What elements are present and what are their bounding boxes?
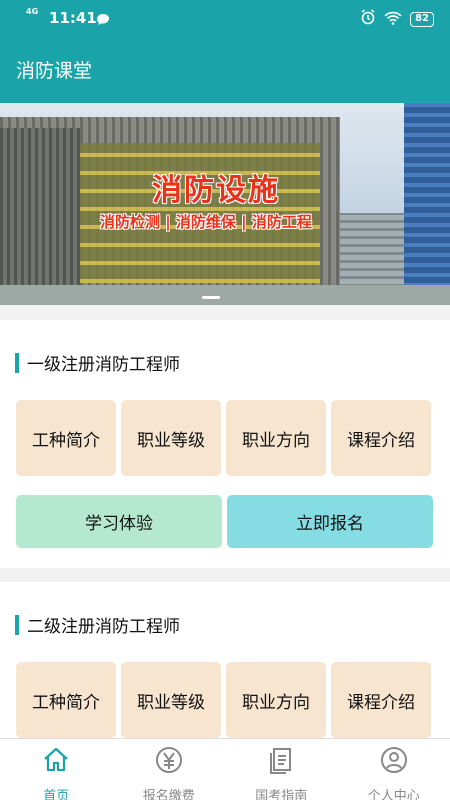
tab-profile[interactable]: 个人中心 [338,739,450,800]
section-title: 二级注册消防工程师 [27,617,180,637]
tile-job-intro[interactable]: 工种简介 [16,662,116,738]
section-title: 一级注册消防工程师 [27,355,180,375]
section-level-one: 一级注册消防工程师 工种简介 职业等级 职业方向 课程介绍 学习体验 立即报名 [0,320,450,568]
tile-course-intro[interactable]: 课程介绍 [331,400,431,476]
battery-indicator: 82 [410,11,434,27]
banner-building-left [0,128,80,298]
document-icon [266,745,296,779]
section-header: 二级注册消防工程师 [15,612,180,637]
tab-label: 报名缴费 [142,789,195,800]
banner-subtitle: 消防检测 | 消防维保 | 消防工程 [100,213,312,231]
section-header: 一级注册消防工程师 [15,350,180,375]
action-row: 学习体验 立即报名 [16,495,433,548]
tile-course-intro[interactable]: 课程介绍 [331,662,431,738]
trial-learning-button[interactable]: 学习体验 [16,495,222,548]
section-accent-bar [15,352,19,373]
tile-job-level[interactable]: 职业等级 [121,662,221,738]
section-accent-bar [15,614,19,635]
page-title: 消防课堂 [16,60,93,82]
chat-notification-icon [96,11,110,30]
yen-icon [154,745,184,779]
tile-grid: 工种简介 职业等级 职业方向 课程介绍 [16,662,431,738]
promo-banner[interactable]: 消防设施 消防检测 | 消防维保 | 消防工程 [0,103,450,305]
tab-label: 个人中心 [367,789,420,800]
section-level-two: 二级注册消防工程师 工种简介 职业等级 职业方向 课程介绍 [0,582,450,742]
tile-job-level[interactable]: 职业等级 [121,400,221,476]
app-bar: 消防课堂 [0,36,450,103]
banner-title: 消防设施 [152,173,280,208]
tile-job-intro[interactable]: 工种简介 [16,400,116,476]
status-bar: 4G 11:41 82 [0,0,450,36]
tab-label: 国考指南 [255,789,308,800]
tab-home[interactable]: 首页 [0,739,113,800]
banner-ground [0,285,450,305]
network-indicator: 4G [26,7,39,16]
bottom-tab-bar: 首页 报名缴费 国考指南 个人中心 [0,738,450,800]
tab-exam-guide[interactable]: 国考指南 [225,739,338,800]
status-time: 11:41 [49,9,97,27]
user-icon [379,745,409,779]
alarm-icon [360,9,376,29]
tab-label: 首页 [43,789,70,800]
wifi-icon [384,10,402,29]
tile-career-direction[interactable]: 职业方向 [226,400,326,476]
home-icon [41,745,71,779]
tab-registration-payment[interactable]: 报名缴费 [113,739,226,800]
tile-grid: 工种简介 职业等级 职业方向 课程介绍 [16,400,431,476]
banner-building-right [404,103,450,303]
tile-career-direction[interactable]: 职业方向 [226,662,326,738]
banner-page-indicator [202,296,220,299]
register-now-button[interactable]: 立即报名 [227,495,433,548]
